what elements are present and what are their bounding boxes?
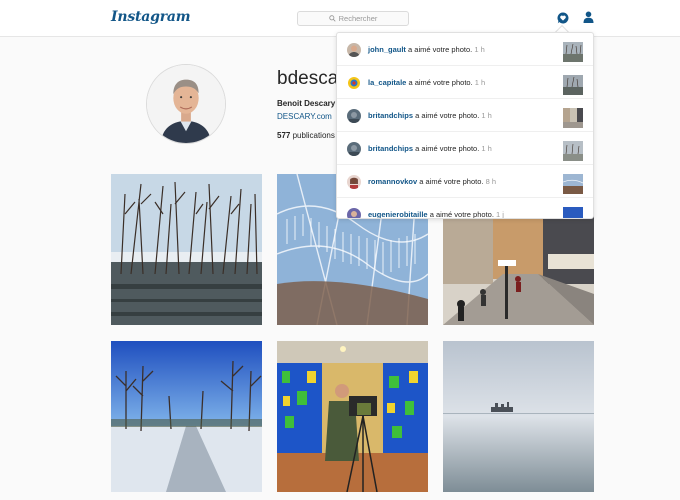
notification-photo-thumb[interactable]	[563, 141, 583, 161]
search-input[interactable]: Rechercher	[297, 11, 409, 26]
notification-photo-thumb[interactable]	[563, 42, 583, 62]
activity-dropdown: john_gault a aimé votre photo. 1 h la_ca…	[336, 32, 594, 219]
notification-username[interactable]: britandchips	[368, 144, 413, 153]
photo-post-4[interactable]	[111, 341, 262, 492]
notification-item[interactable]: john_gault a aimé votre photo. 1 h	[337, 33, 593, 66]
profile-fullname: Benoit Descary	[277, 99, 336, 108]
notification-photo-thumb[interactable]	[563, 75, 583, 95]
notification-username[interactable]: romannovkov	[368, 177, 417, 186]
notification-action: a aimé votre photo.	[419, 177, 484, 186]
photo-post-1[interactable]	[111, 174, 262, 325]
notification-time: 1 j	[496, 210, 504, 219]
profile-avatar[interactable]	[146, 64, 226, 144]
avatar-photo	[147, 65, 225, 143]
notification-time: 1 h	[481, 144, 492, 153]
notification-photo-thumb[interactable]	[563, 207, 583, 218]
notification-avatar[interactable]	[347, 142, 361, 156]
instagram-logo[interactable]: Instagram	[111, 9, 191, 25]
notification-avatar[interactable]	[347, 43, 361, 57]
heart-bubble-icon[interactable]	[557, 12, 569, 24]
notification-action: a aimé votre photo.	[415, 144, 480, 153]
notification-item[interactable]: eugenierobitaille a aimé votre photo. 1 …	[337, 198, 593, 219]
notification-action: a aimé votre photo.	[408, 78, 473, 87]
photo-post-5[interactable]	[277, 341, 428, 492]
notification-item[interactable]: la_capitale a aimé votre photo. 1 h	[337, 66, 593, 99]
publications-label: publications	[292, 131, 335, 140]
search-placeholder: Rechercher	[338, 14, 378, 23]
notification-username[interactable]: eugenierobitaille	[368, 210, 428, 218]
publications-count: 577 publications	[277, 131, 335, 140]
profile-website-link[interactable]: DESCARY.com	[277, 112, 332, 121]
notification-username[interactable]: la_capitale	[368, 78, 406, 87]
user-icon[interactable]	[583, 11, 594, 23]
notification-username[interactable]: britandchips	[368, 111, 413, 120]
notification-avatar[interactable]	[347, 208, 361, 218]
notification-avatar[interactable]	[347, 175, 361, 189]
notification-item[interactable]: britandchips a aimé votre photo. 1 h	[337, 99, 593, 132]
search-icon	[328, 15, 336, 22]
notification-item[interactable]: britandchips a aimé votre photo. 1 h	[337, 132, 593, 165]
publications-number: 577	[277, 131, 291, 140]
notification-avatar[interactable]	[347, 76, 361, 90]
notification-time: 8 h	[485, 177, 497, 186]
notification-avatar[interactable]	[347, 109, 361, 123]
notification-action: a aimé votre photo.	[415, 111, 480, 120]
notification-time: 1 h	[474, 78, 486, 87]
notification-time: 1 h	[481, 111, 492, 120]
notification-photo-thumb[interactable]	[563, 174, 583, 194]
notification-photo-thumb[interactable]	[563, 108, 583, 128]
notification-action: a aimé votre photo.	[429, 210, 494, 219]
notification-action: a aimé votre photo.	[408, 45, 473, 54]
notification-username[interactable]: john_gault	[368, 45, 406, 54]
notification-item[interactable]: romannovkov a aimé votre photo. 8 h	[337, 165, 593, 198]
notification-time: 1 h	[474, 45, 485, 54]
photo-post-6[interactable]	[443, 341, 594, 492]
